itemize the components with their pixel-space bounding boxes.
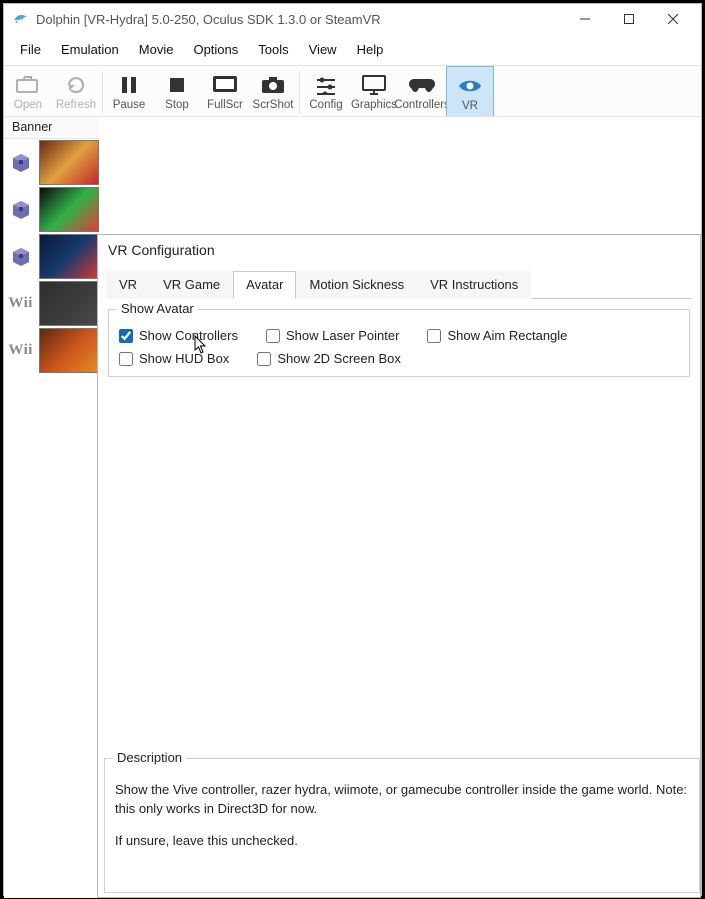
tab-motion-sickness[interactable]: Motion Sickness [296,271,417,299]
description-legend: Description [113,750,186,765]
check-show-laser-pointer[interactable]: Show Laser Pointer [266,328,399,343]
toolbar-graphics[interactable]: Graphics [350,66,398,117]
tab-vr-instructions[interactable]: VR Instructions [417,271,531,299]
dialog-body: VR VR Game Avatar Motion Sickness VR Ins… [98,264,700,896]
stop-icon [166,72,188,98]
game-row[interactable] [4,186,99,233]
gamepad-icon [408,72,436,98]
game-banner [39,234,99,279]
game-banner [39,281,99,326]
game-banner [39,140,99,185]
wii-icon: Wii [4,295,37,312]
game-row[interactable]: Wii [4,280,99,327]
tab-vr-game[interactable]: VR Game [150,271,233,299]
show-avatar-group: Show Avatar Show Controllers Show Laser … [108,309,690,377]
menu-emulation[interactable]: Emulation [51,38,129,61]
close-button[interactable] [651,5,695,33]
check-show-2d-screen-box[interactable]: Show 2D Screen Box [257,351,401,366]
sliders-icon [314,72,338,98]
maximize-button[interactable] [607,5,651,33]
toolbar-refresh[interactable]: Refresh [52,66,100,117]
tab-vr[interactable]: VR [106,271,150,299]
tab-avatar[interactable]: Avatar [233,271,296,299]
description-group: Description Show the Vive controller, ra… [104,758,700,893]
toolbar-pause[interactable]: Pause [105,66,153,117]
main-window: Dolphin [VR-Hydra] 5.0-250, Oculus SDK 1… [3,3,702,896]
dialog-title: VR Configuration [98,235,700,264]
check-show-aim-rectangle[interactable]: Show Aim Rectangle [427,328,567,343]
checkbox-show-hud-box[interactable] [119,352,133,366]
eye-icon [457,73,483,99]
toolbar-stop[interactable]: Stop [153,66,201,117]
refresh-icon [64,72,88,98]
menu-view[interactable]: View [299,38,347,61]
vr-config-dialog: VR Configuration VR VR Game Avatar Motio… [97,234,701,898]
game-row[interactable]: Wii [4,327,99,374]
dolphin-icon [12,10,30,28]
menubar: File Emulation Movie Options Tools View … [4,34,701,65]
game-row[interactable] [4,139,99,186]
game-list: Wii Wii [4,139,99,374]
checkbox-show-laser-pointer[interactable] [266,329,280,343]
content-area: Banner Wii Wii VR Configuration VR VR Gam… [4,117,701,898]
toolbar-config[interactable]: Config [302,66,350,117]
show-avatar-legend: Show Avatar [117,301,198,316]
checkbox-show-aim-rectangle[interactable] [427,329,441,343]
toolbar-controllers[interactable]: Controllers [398,66,446,117]
gamecube-icon [4,198,37,222]
window-buttons [563,5,695,33]
toolbar-vr[interactable]: VR [446,66,494,117]
titlebar: Dolphin [VR-Hydra] 5.0-250, Oculus SDK 1… [4,4,701,34]
fullscreen-icon [212,72,238,98]
menu-movie[interactable]: Movie [129,38,184,61]
toolbar-open[interactable]: Open [4,66,52,117]
column-header-banner[interactable]: Banner [4,117,99,139]
wii-icon: Wii [4,342,37,359]
gamecube-icon [4,151,37,175]
pause-icon [118,72,140,98]
toolbar-fullscreen[interactable]: FullScr [201,66,249,117]
game-banner [39,187,99,232]
checkbox-show-controllers[interactable] [119,329,133,343]
camera-icon [260,72,286,98]
game-row[interactable] [4,233,99,280]
folder-open-icon [15,72,41,98]
menu-help[interactable]: Help [347,38,394,61]
toolbar: Open Refresh Pause Stop FullScr ScrShot … [4,65,701,117]
menu-options[interactable]: Options [183,38,248,61]
check-show-controllers[interactable]: Show Controllers [119,328,238,343]
dialog-tabs: VR VR Game Avatar Motion Sickness VR Ins… [106,270,692,299]
window-title: Dolphin [VR-Hydra] 5.0-250, Oculus SDK 1… [36,12,563,27]
game-banner [39,328,99,373]
menu-file[interactable]: File [10,38,51,61]
monitor-icon [361,72,387,98]
toolbar-screenshot[interactable]: ScrShot [249,66,297,117]
description-text: Show the Vive controller, razer hydra, w… [115,781,689,850]
check-show-hud-box[interactable]: Show HUD Box [119,351,229,366]
checkbox-show-2d-screen-box[interactable] [257,352,271,366]
minimize-button[interactable] [563,5,607,33]
menu-tools[interactable]: Tools [248,38,298,61]
gamecube-icon [4,245,37,269]
